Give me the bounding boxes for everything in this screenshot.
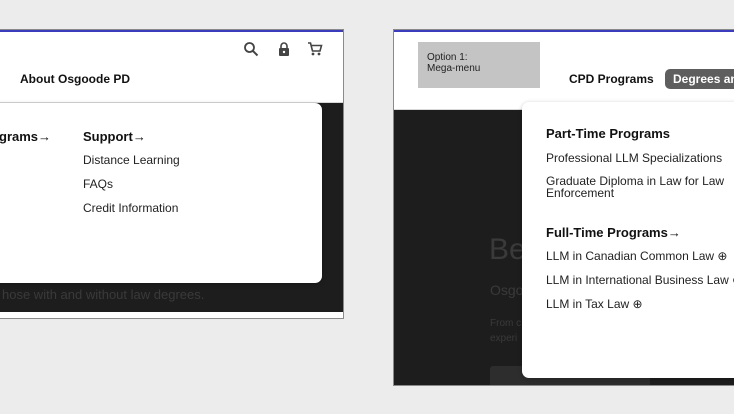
menu-heading-part-time[interactable]: Part-Time Programs bbox=[546, 126, 670, 141]
menu-item-llm-international-business-law[interactable]: LLM in International Business Law ⊕ bbox=[546, 273, 734, 287]
menu-heading-programs[interactable]: grams→ bbox=[0, 129, 51, 144]
menu-item-faqs[interactable]: FAQs bbox=[83, 177, 113, 191]
cart-icon[interactable] bbox=[307, 41, 323, 57]
menu-heading-support[interactable]: Support→ bbox=[83, 129, 146, 144]
mega-menu: grams→ Support→ Distance Learning FAQs C… bbox=[0, 103, 322, 283]
top-accent-line bbox=[0, 30, 343, 32]
hero-body-fragment-2: experi bbox=[490, 333, 518, 344]
menu-item-credit-information[interactable]: Credit Information bbox=[83, 201, 178, 215]
lock-icon[interactable] bbox=[276, 41, 292, 57]
menu-item-llm-canadian-common-law[interactable]: LLM in Canadian Common Law ⊕ bbox=[546, 249, 727, 263]
nav-link-about[interactable]: About Osgoode PD bbox=[20, 72, 130, 86]
nav-tab-degrees[interactable]: Degrees and bbox=[665, 69, 734, 89]
option-placeholder-box: Option 1: Mega-menu bbox=[418, 42, 540, 88]
mega-menu: Part-Time Programs Professional LLM Spec… bbox=[522, 102, 734, 378]
menu-heading-full-time[interactable]: Full-Time Programs→ bbox=[546, 225, 681, 240]
menu-item-distance-learning[interactable]: Distance Learning bbox=[83, 153, 180, 167]
menu-item-llm-tax-law[interactable]: LLM in Tax Law ⊕ bbox=[546, 297, 643, 311]
hero-subheading-fragment: Osgo bbox=[490, 282, 524, 298]
top-accent-line bbox=[394, 30, 734, 32]
left-panel: About Osgoode PD hose with and without l… bbox=[0, 29, 344, 319]
right-panel: Option 1: Mega-menu CPD Programs Degrees… bbox=[393, 29, 734, 386]
hero-heading-fragment: Be bbox=[489, 233, 526, 266]
search-icon[interactable] bbox=[243, 41, 259, 57]
nav-link-cpd-programs[interactable]: CPD Programs bbox=[569, 72, 654, 86]
hero-body-fragment-1: From c bbox=[490, 318, 522, 329]
menu-item-graduate-diploma[interactable]: Graduate Diploma in Law for Law Enforcem… bbox=[546, 175, 731, 199]
hero-text: hose with and without law degrees. bbox=[2, 287, 205, 302]
menu-item-professional-llm[interactable]: Professional LLM Specializations bbox=[546, 151, 722, 165]
